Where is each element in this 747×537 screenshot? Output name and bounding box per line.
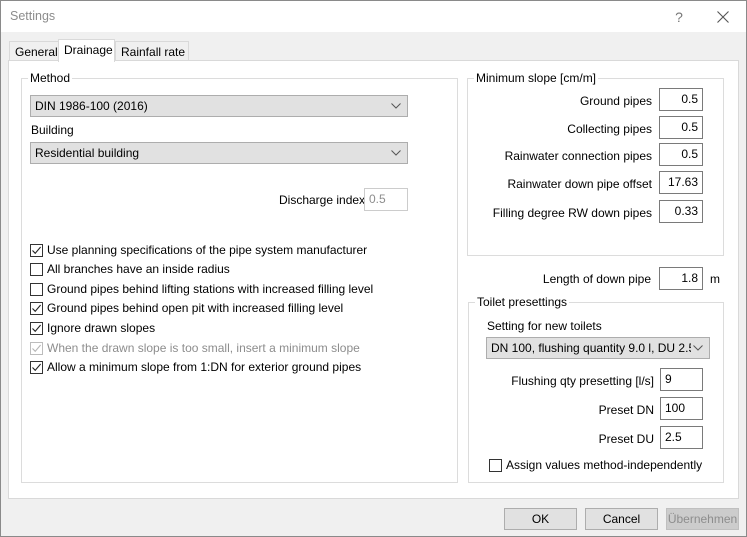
checkbox-label: When the drawn slope is too small, inser… (47, 341, 360, 355)
checkbox-box[interactable] (489, 459, 502, 472)
discharge-index-value: 0.5 (369, 192, 386, 206)
checkbox-inside-radius[interactable]: All branches have an inside radius (30, 262, 450, 278)
rainwater-connection-pipes-label: Rainwater connection pipes (504, 149, 652, 163)
apply-button: Übernehmen (666, 508, 739, 530)
minimum-slope-group: Minimum slope [cm/m] Ground pipes 0.5 Co… (467, 71, 724, 256)
checkbox-box[interactable] (30, 302, 43, 315)
building-select[interactable]: Residential building (30, 142, 408, 164)
checkbox-allow-minimum-slope-1dn[interactable]: Allow a minimum slope from 1:DN for exte… (30, 360, 450, 376)
window-title: Settings (10, 9, 56, 23)
tab-rainfall-rate[interactable]: Rainfall rate (115, 41, 189, 61)
checkbox-label: Assign values method-independently (506, 458, 703, 472)
length-down-pipe-unit: m (710, 272, 720, 286)
checkbox-label: Ground pipes behind lifting stations wit… (47, 282, 374, 296)
drainage-tab-panel: Method DIN 1986-100 (2016) Building Resi… (8, 60, 739, 499)
ground-pipes-label: Ground pipes (579, 94, 652, 108)
chevron-down-icon (693, 345, 703, 351)
filling-degree-rw-field[interactable]: 0.33 (659, 200, 703, 223)
checkbox-box (30, 342, 43, 355)
question-mark-icon: ? (675, 9, 683, 25)
method-select-value: DIN 1986-100 (2016) (35, 99, 148, 113)
ok-button-label: OK (531, 512, 550, 526)
preset-du-field[interactable]: 2.5 (660, 426, 703, 449)
building-label: Building (31, 123, 74, 137)
checkbox-lifting-stations[interactable]: Ground pipes behind lifting stations wit… (30, 282, 450, 298)
checkmark-icon (32, 344, 42, 353)
settings-dialog: Settings ? General Drainage Rainfall rat… (0, 0, 747, 537)
ok-button[interactable]: OK (504, 508, 577, 530)
flushing-qty-field[interactable]: 9 (660, 368, 703, 391)
tab-general[interactable]: General (9, 41, 59, 61)
rainwater-connection-pipes-value: 0.5 (681, 147, 698, 161)
method-group: Method DIN 1986-100 (2016) Building Resi… (21, 71, 458, 483)
checkbox-label: Ignore drawn slopes (47, 321, 156, 335)
checkmark-icon (32, 363, 42, 372)
method-select[interactable]: DIN 1986-100 (2016) (30, 95, 408, 117)
checkbox-box[interactable] (30, 263, 43, 276)
rainwater-down-pipe-offset-value: 17.63 (667, 175, 698, 189)
flushing-qty-label: Flushing qty presetting [l/s] (511, 374, 654, 388)
checkmark-icon (32, 324, 42, 333)
tab-label: General (15, 45, 58, 59)
checkbox-ignore-drawn-slopes[interactable]: Ignore drawn slopes (30, 321, 450, 337)
rainwater-connection-pipes-field[interactable]: 0.5 (659, 143, 703, 166)
preset-du-value: 2.5 (665, 430, 682, 444)
checkbox-open-pit[interactable]: Ground pipes behind open pit with increa… (30, 301, 450, 317)
checkbox-box[interactable] (30, 322, 43, 335)
length-down-pipe-field[interactable]: 1.8 (659, 267, 703, 290)
toilet-setting-select[interactable]: DN 100, flushing quantity 9.0 l, DU 2.5 … (486, 337, 710, 359)
rainwater-down-pipe-offset-field[interactable]: 17.63 (659, 171, 703, 194)
minimum-slope-group-title: Minimum slope [cm/m] (474, 71, 599, 85)
preset-dn-value: 100 (665, 401, 686, 415)
length-down-pipe-label: Length of down pipe (542, 272, 651, 286)
method-group-title: Method (28, 71, 73, 85)
preset-dn-field[interactable]: 100 (660, 397, 703, 420)
filling-degree-rw-label: Filling degree RW down pipes (492, 206, 652, 220)
rainwater-down-pipe-offset-label: Rainwater down pipe offset (507, 177, 652, 191)
checkbox-label: All branches have an inside radius (47, 262, 230, 276)
checkbox-insert-minimum-slope: When the drawn slope is too small, inser… (30, 341, 450, 357)
collecting-pipes-field[interactable]: 0.5 (659, 116, 703, 139)
discharge-index-label: Discharge index (279, 193, 366, 207)
checkbox-box[interactable] (30, 361, 43, 374)
cancel-button-label: Cancel (602, 512, 641, 526)
close-x-icon (717, 11, 729, 23)
length-down-pipe-value: 1.8 (681, 271, 698, 285)
building-select-value: Residential building (35, 146, 140, 160)
apply-button-label: Übernehmen (667, 512, 738, 526)
help-button[interactable]: ? (665, 5, 693, 29)
checkmark-icon (32, 246, 42, 255)
tab-label: Drainage (64, 43, 113, 57)
ground-pipes-field[interactable]: 0.5 (659, 88, 703, 111)
checkbox-planning-specs[interactable]: Use planning specifications of the pipe … (30, 243, 450, 259)
preset-dn-label: Preset DN (598, 403, 654, 417)
chevron-down-icon (391, 150, 401, 156)
checkbox-box[interactable] (30, 244, 43, 257)
close-button[interactable] (709, 5, 737, 29)
title-bar: Settings ? (1, 1, 746, 32)
checkbox-label: Ground pipes behind open pit with increa… (47, 301, 344, 315)
tab-label: Rainfall rate (121, 45, 186, 59)
checkbox-box[interactable] (30, 283, 43, 296)
checkbox-assign-method-independently[interactable]: Assign values method-independently (489, 458, 719, 474)
discharge-index-field: 0.5 (364, 188, 408, 211)
preset-du-label: Preset DU (598, 432, 654, 446)
checkbox-label: Use planning specifications of the pipe … (47, 243, 368, 257)
checkmark-icon (32, 304, 42, 313)
setting-new-toilets-label: Setting for new toilets (487, 319, 602, 333)
collecting-pipes-value: 0.5 (681, 120, 698, 134)
toilet-setting-value: DN 100, flushing quantity 9.0 l, DU 2.5 … (491, 341, 691, 355)
ground-pipes-value: 0.5 (681, 92, 698, 106)
filling-degree-rw-value: 0.33 (674, 204, 698, 218)
tab-drainage[interactable]: Drainage (58, 39, 115, 62)
flushing-qty-value: 9 (665, 372, 672, 386)
cancel-button[interactable]: Cancel (585, 508, 658, 530)
chevron-down-icon (391, 103, 401, 109)
checkbox-label: Allow a minimum slope from 1:DN for exte… (47, 360, 362, 374)
toilet-presettings-title: Toilet presettings (475, 295, 570, 309)
toilet-presettings-group: Toilet presettings Setting for new toile… (468, 295, 724, 483)
collecting-pipes-label: Collecting pipes (567, 122, 652, 136)
